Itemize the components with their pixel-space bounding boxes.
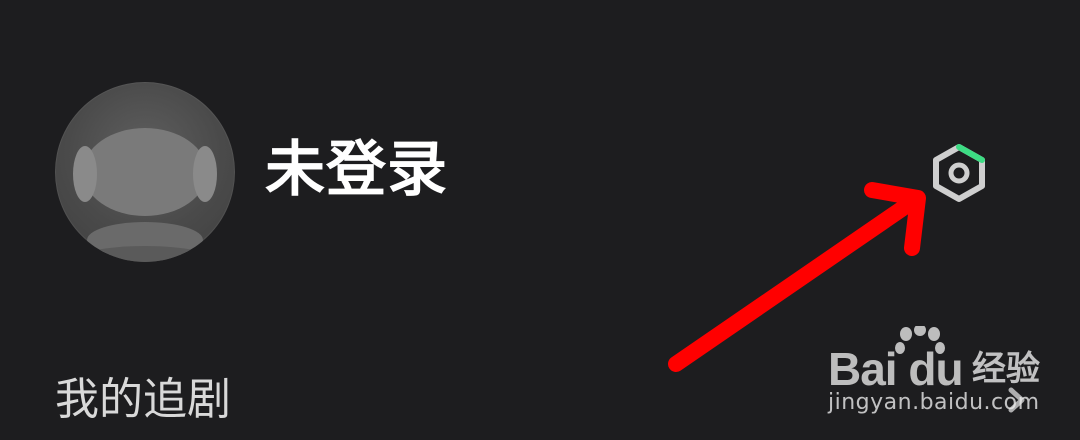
user-name[interactable]: 未登录 <box>265 140 448 200</box>
watermark-label: 经验 <box>972 349 1040 389</box>
hex-settings-icon <box>933 144 985 202</box>
avatar[interactable] <box>55 82 235 262</box>
paw-logo-icon <box>895 326 945 354</box>
chevron-right-icon[interactable] <box>1006 386 1028 414</box>
avatar-placeholder-icon <box>73 128 217 262</box>
settings-button[interactable] <box>928 142 990 204</box>
profile-page: 未登录 我的追剧 Bai du 经验 jingyan.baidu.com <box>0 0 1080 440</box>
my-drama-section-title[interactable]: 我的追剧 <box>55 378 231 422</box>
